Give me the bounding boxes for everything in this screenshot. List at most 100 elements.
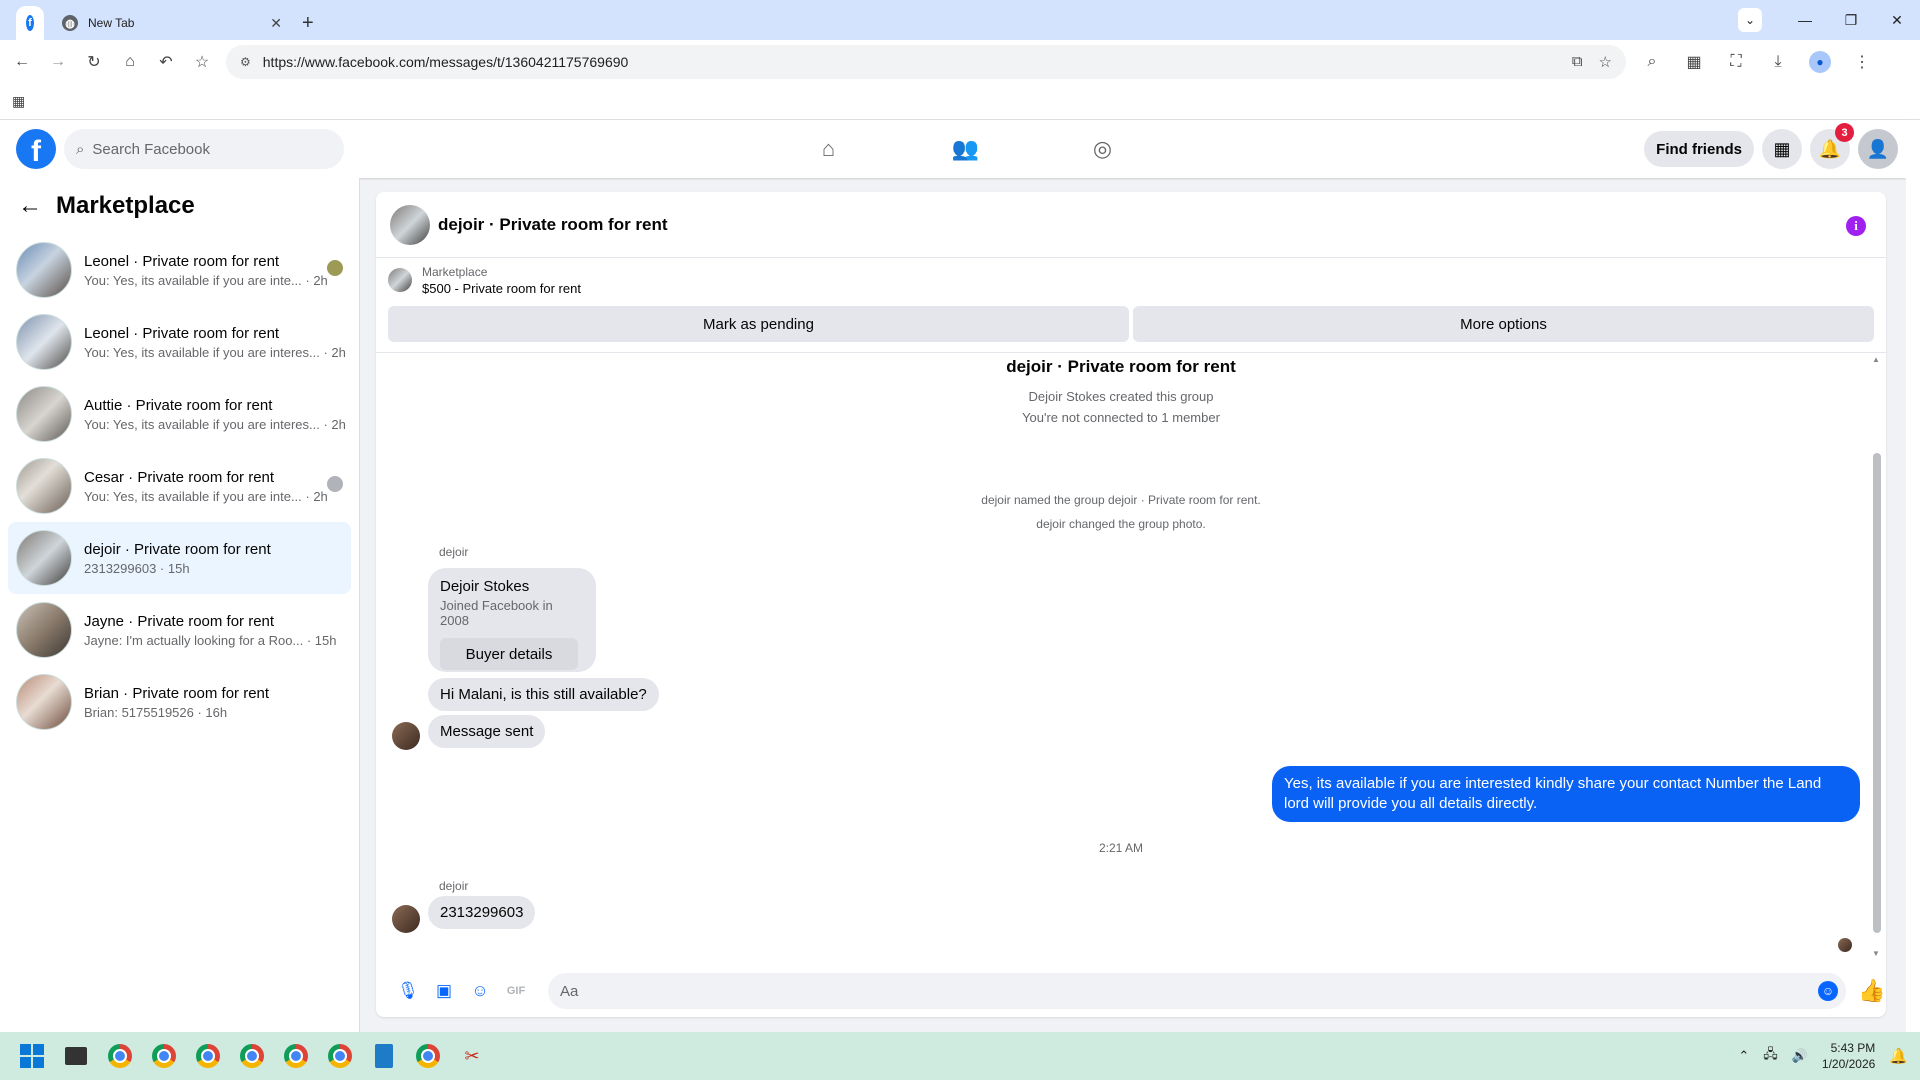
thumbs-up-icon[interactable]: 👍 — [1858, 978, 1885, 1004]
seen-avatar — [327, 476, 343, 492]
new-tab-button[interactable]: + — [302, 6, 314, 40]
crop-icon[interactable]: ⛶ — [1718, 44, 1754, 80]
friends-icon[interactable]: 👥 — [897, 120, 1034, 178]
listing-thumbnail — [16, 602, 72, 658]
volume-icon[interactable]: 🔊 — [1792, 1048, 1808, 1064]
group-title: dejoir · Private room for rent — [1006, 357, 1236, 376]
chrome-button[interactable] — [408, 1036, 448, 1076]
home-button[interactable]: ⌂ — [112, 44, 148, 80]
find-friends-button[interactable]: Find friends — [1644, 131, 1754, 167]
search-icon: ⌕ — [76, 140, 85, 158]
chrome-button[interactable] — [188, 1036, 228, 1076]
scroll-down-icon[interactable]: ▼ — [1872, 949, 1880, 958]
sticker-icon[interactable]: ☺ — [462, 973, 498, 1009]
more-options-button[interactable]: More options — [1133, 306, 1874, 342]
photo-icon[interactable]: ▣ — [426, 973, 462, 1009]
file-explorer-button[interactable] — [56, 1036, 96, 1076]
menu-kebab-icon[interactable]: ⋮ — [1844, 44, 1880, 80]
listing-summary[interactable]: Marketplace $500 - Private room for rent — [376, 258, 1886, 302]
snipping-tool-button[interactable]: ✂ — [452, 1036, 492, 1076]
notification-bell-icon[interactable]: 🔔 — [1889, 1047, 1908, 1065]
system-tray: ⌃ 🖧 🔊 5:43 PM 1/20/2026 🔔 — [1738, 1032, 1908, 1080]
chrome-icon — [196, 1044, 220, 1068]
conversation-item-selected[interactable]: dejoir · Private room for rent 231329960… — [8, 522, 351, 594]
address-bar[interactable]: ⚙ https://www.facebook.com/messages/t/13… — [226, 45, 1626, 79]
clock-date: 1/20/2026 — [1821, 1057, 1876, 1071]
conversation-item[interactable]: Cesar · Private room for rent You: Yes, … — [8, 450, 351, 522]
search-input[interactable]: ⌕ Search Facebook — [64, 129, 344, 169]
message-input[interactable]: Aa ☺ — [548, 973, 1846, 1009]
scrollbar-thumb[interactable] — [1873, 453, 1881, 933]
conversation-item[interactable]: Leonel · Private room for rent You: Yes,… — [8, 306, 351, 378]
emoji-icon[interactable]: ☺ — [1818, 981, 1838, 1001]
chrome-button[interactable] — [276, 1036, 316, 1076]
close-window-button[interactable]: ✕ — [1874, 12, 1920, 29]
chrome-button[interactable] — [232, 1036, 272, 1076]
download-icon[interactable]: ⤓ — [1760, 44, 1796, 80]
back-arrow-icon[interactable]: ← — [18, 192, 42, 220]
conversation-snippet: Jayne: I'm actually looking for a Roo...… — [84, 632, 337, 648]
chrome-button[interactable] — [100, 1036, 140, 1076]
conversation-item[interactable]: Leonel · Private room for rent You: Yes,… — [8, 234, 351, 306]
chat-title[interactable]: dejoir · Private room for rent — [438, 215, 668, 235]
notifications-button[interactable]: 🔔 3 — [1810, 123, 1854, 169]
home-icon[interactable]: ⌂ — [760, 120, 897, 178]
notepad-button[interactable] — [364, 1036, 404, 1076]
conversation-name: Leonel · Private room for rent — [84, 252, 280, 270]
group-created-text: Dejoir Stokes created this group — [1028, 389, 1214, 404]
gif-icon[interactable]: GIF — [498, 973, 534, 1009]
close-tab-icon[interactable]: ✕ — [270, 15, 282, 32]
notepad-icon — [375, 1044, 393, 1068]
buyer-details-button[interactable]: Buyer details — [440, 638, 578, 670]
conversation-item[interactable]: Brian · Private room for rent Brian: 517… — [8, 666, 351, 738]
conversation-item[interactable]: Auttie · Private room for rent You: Yes,… — [8, 378, 351, 450]
listing-thumbnail — [16, 386, 72, 442]
scroll-up-icon[interactable]: ▲ — [1872, 355, 1880, 364]
message-composer: 🎙 ▣ ☺ GIF Aa ☺ 👍 — [376, 965, 1886, 1017]
group-photo-event: dejoir changed the group photo. — [1036, 517, 1206, 531]
restore-button[interactable]: ❐ — [1828, 12, 1874, 29]
listing-price: $500 - Private room for rent — [422, 280, 581, 296]
chrome-icon — [240, 1044, 264, 1068]
info-icon[interactable]: i — [1846, 216, 1866, 236]
apps-grid-icon[interactable]: ▦ — [12, 93, 25, 110]
tab-search-button[interactable]: ⌄ — [1738, 8, 1762, 32]
network-icon[interactable]: 🖧 — [1763, 1045, 1778, 1067]
facebook-icon: f — [26, 15, 34, 31]
bookmark-star-icon[interactable]: ☆ — [184, 44, 220, 80]
menu-grid-icon[interactable]: ▦ — [1762, 129, 1802, 169]
tab-new-tab[interactable]: ◍ New Tab ✕ — [52, 6, 292, 40]
conversation-snippet: You: Yes, its available if you are inter… — [84, 416, 346, 432]
zoom-icon[interactable]: ⌕ — [1634, 44, 1670, 80]
star-icon[interactable]: ☆ — [1599, 53, 1612, 71]
chrome-button[interactable] — [144, 1036, 184, 1076]
forward-button[interactable]: → — [40, 44, 76, 80]
windows-icon — [20, 1044, 44, 1068]
page-scrollbar[interactable] — [1906, 120, 1920, 1032]
undo-icon[interactable]: ↶ — [148, 44, 184, 80]
chat-scrollbar[interactable]: ▲ ▼ — [1870, 353, 1882, 960]
account-avatar[interactable]: 👤 — [1858, 129, 1898, 169]
site-info-icon[interactable]: ⚙ — [240, 55, 251, 69]
groups-icon[interactable]: ◎ — [1034, 120, 1171, 178]
mark-as-pending-button[interactable]: Mark as pending — [388, 306, 1129, 342]
minimize-button[interactable]: — — [1782, 12, 1828, 28]
facebook-logo[interactable]: f — [16, 129, 56, 169]
profile-button[interactable]: ● — [1802, 44, 1838, 80]
chrome-button[interactable] — [320, 1036, 360, 1076]
back-button[interactable]: ← — [4, 44, 40, 80]
microphone-icon[interactable]: 🎙 — [390, 973, 426, 1009]
install-app-icon[interactable]: ⧉ — [1572, 53, 1583, 71]
extensions-icon[interactable]: ▦ — [1676, 44, 1712, 80]
chat-avatar[interactable] — [390, 204, 430, 245]
tab-facebook[interactable]: f — [16, 6, 44, 40]
reload-button[interactable]: ↻ — [76, 44, 112, 80]
seen-avatar — [1838, 938, 1852, 952]
chevron-up-icon[interactable]: ⌃ — [1738, 1048, 1749, 1064]
clock[interactable]: 5:43 PM 1/20/2026 — [1822, 1040, 1875, 1072]
file-explorer-icon — [65, 1047, 87, 1065]
sender-avatar[interactable] — [392, 905, 420, 933]
start-button[interactable] — [12, 1036, 52, 1076]
conversation-item[interactable]: Jayne · Private room for rent Jayne: I'm… — [8, 594, 351, 666]
sender-avatar[interactable] — [392, 722, 420, 750]
